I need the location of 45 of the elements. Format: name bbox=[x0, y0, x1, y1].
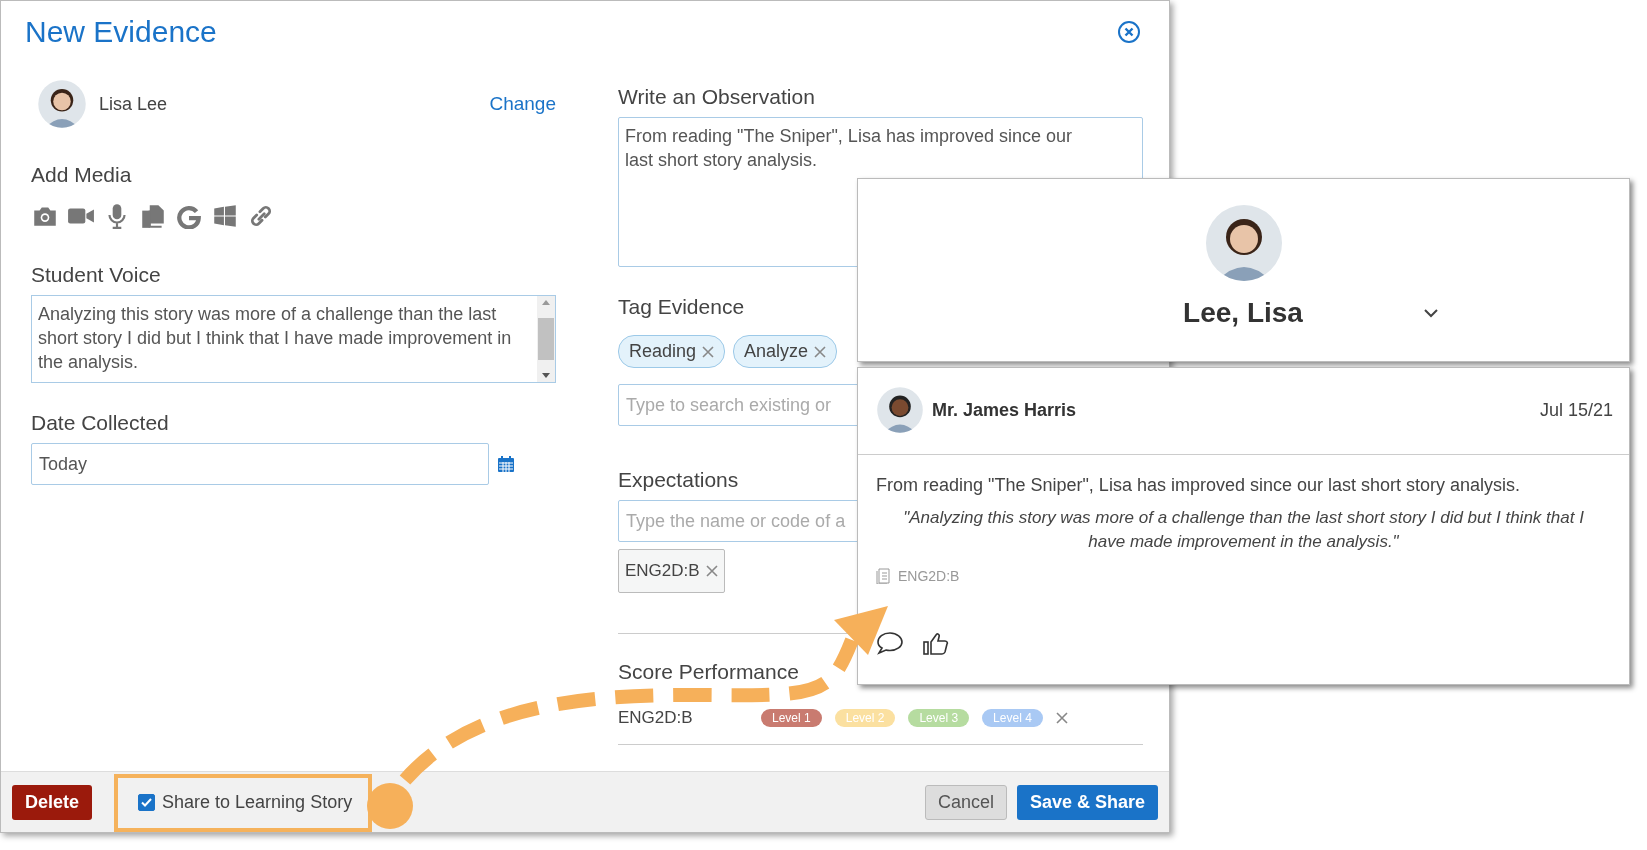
observation-text: From reading "The Sniper", Lisa has improved since our last short story analysis. bbox=[876, 475, 1522, 496]
section-label: Score Performance bbox=[618, 660, 799, 684]
student-name: Lisa Lee bbox=[99, 93, 169, 115]
scrollbar-thumb[interactable] bbox=[538, 318, 554, 360]
remove-icon[interactable] bbox=[1055, 712, 1068, 724]
documents-icon[interactable] bbox=[139, 203, 167, 229]
section-label: Add Media bbox=[31, 163, 132, 187]
student-name: Lee, Lisa bbox=[1183, 297, 1303, 329]
dialog-title: New Evidence bbox=[25, 15, 217, 49]
scroll-up-icon[interactable] bbox=[542, 300, 550, 305]
expectation-code: ENG2D:B bbox=[618, 708, 694, 728]
tag-chip[interactable]: Analyze bbox=[733, 335, 838, 368]
callout-dot bbox=[367, 783, 413, 829]
delete-button[interactable]: Delete bbox=[12, 784, 93, 820]
section-label: Student Voice bbox=[31, 263, 161, 287]
thumbs-up-icon[interactable] bbox=[922, 630, 950, 656]
student-quote: "Analyzing this story was more of a challenge than the last short story I did but I think that I have made improvement in the analysis." bbox=[902, 507, 1585, 553]
save-share-button[interactable]: Save & Share bbox=[1016, 784, 1158, 820]
windows-icon[interactable] bbox=[211, 203, 239, 229]
google-icon[interactable] bbox=[175, 203, 203, 229]
book-icon bbox=[876, 568, 892, 584]
calendar-icon[interactable] bbox=[497, 455, 515, 473]
comment-icon[interactable] bbox=[876, 630, 904, 656]
section-label: Date Collected bbox=[31, 411, 169, 435]
post-date: Jul 15/21 bbox=[1539, 399, 1613, 421]
cancel-button[interactable]: Cancel bbox=[924, 784, 1007, 820]
close-icon[interactable] bbox=[1117, 20, 1141, 44]
date-field[interactable]: Today bbox=[31, 443, 489, 485]
expectation-code: ENG2D:B bbox=[898, 568, 960, 584]
remove-icon[interactable] bbox=[814, 345, 827, 358]
section-label: Write an Observation bbox=[618, 85, 815, 109]
tag-chip[interactable]: Reading bbox=[618, 335, 726, 368]
author-name: Mr. James Harris bbox=[932, 399, 1078, 421]
section-label: Tag Evidence bbox=[618, 295, 745, 319]
scroll-down-icon[interactable] bbox=[542, 373, 550, 378]
change-link[interactable]: Change bbox=[489, 93, 556, 115]
remove-icon[interactable] bbox=[702, 345, 715, 358]
section-label: Expectations bbox=[618, 468, 739, 492]
chevron-down-icon[interactable] bbox=[1422, 307, 1439, 319]
student-voice-field[interactable]: Analyzing this story was more of a challenge than the last short story I did but I think that I have made improvement in the analysis. bbox=[31, 295, 556, 383]
share-label[interactable]: Share to Learning Story bbox=[162, 791, 353, 813]
expectation-chip[interactable]: ENG2D:B bbox=[618, 549, 725, 593]
share-checkbox[interactable] bbox=[138, 793, 156, 811]
remove-icon[interactable] bbox=[705, 565, 718, 577]
check-icon bbox=[141, 797, 153, 807]
